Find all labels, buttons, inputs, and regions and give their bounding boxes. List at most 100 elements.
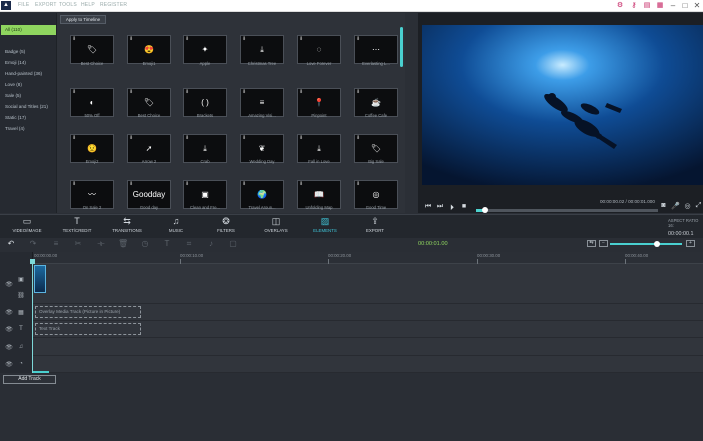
- zoom-slider-knob[interactable]: [653, 241, 660, 247]
- nav-export[interactable]: ⇪ EXPORT: [350, 216, 400, 233]
- fullscreen-icon[interactable]: ⤢: [694, 202, 703, 210]
- download-icon[interactable]: ⬇: [299, 89, 303, 95]
- redo-icon[interactable]: ↷: [28, 239, 38, 248]
- nav-transitions[interactable]: ⇆ TRANSITIONS: [102, 216, 152, 233]
- nav-text-credit[interactable]: T TEXT/CREDIT: [52, 216, 102, 233]
- undo-icon[interactable]: ↶: [6, 239, 16, 248]
- visibility-icon[interactable]: 👁: [5, 361, 13, 368]
- split-icon[interactable]: ⟛: [96, 239, 106, 249]
- zoom-out-icon[interactable]: −: [599, 240, 608, 247]
- crop-icon[interactable]: ⌗: [184, 239, 194, 249]
- download-icon[interactable]: ⬇: [72, 181, 76, 187]
- cut-icon[interactable]: ✂: [73, 239, 83, 248]
- category-love[interactable]: Love (8): [1, 80, 56, 90]
- menu-tools[interactable]: TOOLS: [59, 2, 77, 8]
- menu-file[interactable]: FILE: [18, 2, 29, 8]
- aspect-ratio[interactable]: ASPECT RATIO 16: 00:00:00.1: [668, 218, 703, 237]
- timeline-scrollbar[interactable]: [33, 371, 49, 373]
- download-icon[interactable]: ⬇: [356, 89, 360, 95]
- download-icon[interactable]: ⬇: [72, 36, 76, 42]
- download-icon[interactable]: ⬇: [129, 135, 133, 141]
- download-icon[interactable]: ⬇: [242, 181, 246, 187]
- category-travel[interactable]: Travel (4): [1, 124, 56, 134]
- play-icon[interactable]: ⏵: [448, 203, 456, 213]
- download-icon[interactable]: ⬇: [242, 89, 246, 95]
- playhead-handle[interactable]: [30, 259, 35, 264]
- speed-icon[interactable]: ◷: [140, 239, 150, 248]
- download-icon[interactable]: ⬇: [356, 36, 360, 42]
- apply-to-timeline-button[interactable]: Apply to Timeline: [60, 15, 106, 24]
- element-tile[interactable]: ⋯ ⬇: [354, 35, 398, 64]
- zoom-in-icon[interactable]: +: [686, 240, 695, 247]
- download-icon[interactable]: ⬇: [185, 36, 189, 42]
- download-icon[interactable]: ⬇: [299, 135, 303, 141]
- video-track[interactable]: [33, 264, 703, 304]
- element-tile[interactable]: ⤓ ⬇: [240, 35, 284, 64]
- download-icon[interactable]: ⬇: [72, 89, 76, 95]
- download-icon[interactable]: ⬇: [129, 89, 133, 95]
- delete-icon[interactable]: 🗑: [118, 239, 128, 248]
- download-icon[interactable]: ⬇: [185, 135, 189, 141]
- download-icon[interactable]: ⬇: [242, 135, 246, 141]
- music-track[interactable]: [33, 338, 703, 356]
- minimize-button[interactable]: –: [668, 1, 678, 11]
- menu-register[interactable]: REGISTER: [100, 2, 127, 8]
- element-tile[interactable]: ✦ ⬇: [183, 35, 227, 64]
- nav-elements[interactable]: ▨ ELEMENTS: [300, 216, 350, 233]
- nav-filters[interactable]: ❂ FILTERS: [201, 216, 251, 233]
- category-emoji[interactable]: Emoji (14): [1, 58, 56, 68]
- download-icon[interactable]: ⬇: [185, 181, 189, 187]
- download-icon[interactable]: ⬇: [299, 36, 303, 42]
- download-icon[interactable]: ⬇: [356, 181, 360, 187]
- category-all[interactable]: All (110): [1, 25, 56, 35]
- download-icon[interactable]: ⬇: [242, 36, 246, 42]
- time-ruler[interactable]: [33, 252, 703, 264]
- settings-icon[interactable]: ≡: [51, 239, 61, 248]
- element-tile[interactable]: 🏷 ⬇: [70, 35, 114, 64]
- playhead[interactable]: [32, 260, 33, 373]
- category-social-titles[interactable]: Social and Titles (21): [1, 102, 56, 112]
- close-button[interactable]: ✕: [692, 1, 702, 11]
- text-tool-icon[interactable]: T: [162, 239, 172, 248]
- zoom-slider[interactable]: [610, 243, 682, 245]
- download-icon[interactable]: ⬇: [129, 36, 133, 42]
- video-clip[interactable]: [34, 265, 46, 293]
- cart-icon[interactable]: ⚙: [616, 2, 624, 10]
- category-static[interactable]: Static (17): [1, 113, 56, 123]
- element-tile[interactable]: 😍 ⬇: [127, 35, 171, 64]
- visibility-icon[interactable]: 👁: [5, 326, 13, 333]
- add-track-button[interactable]: Add Track: [3, 375, 56, 384]
- key-icon[interactable]: ⚷: [630, 2, 638, 10]
- document-icon[interactable]: ▤: [643, 2, 651, 10]
- download-icon[interactable]: ⬇: [72, 135, 76, 141]
- category-sale[interactable]: Sale (5): [1, 91, 56, 101]
- microphone-icon[interactable]: 🎤: [671, 202, 680, 210]
- audio-icon[interactable]: ♪: [206, 239, 216, 248]
- visibility-icon[interactable]: 👁: [5, 309, 13, 316]
- record-icon[interactable]: ▢: [228, 239, 238, 248]
- voice-track[interactable]: [33, 356, 703, 373]
- prev-frame-icon[interactable]: ⏮: [424, 203, 432, 211]
- category-hand-painted[interactable]: Hand-painted (36): [1, 69, 56, 79]
- element-tile[interactable]: ◌ ⬇: [297, 35, 341, 64]
- visibility-icon[interactable]: 👁: [5, 344, 13, 351]
- maximize-button[interactable]: □: [680, 1, 690, 11]
- nav-overlays[interactable]: ◫ OVERLAYS: [251, 216, 301, 233]
- grid-icon[interactable]: ▦: [656, 2, 664, 10]
- playback-progress-track[interactable]: [476, 209, 658, 212]
- unlink-icon[interactable]: ⛓: [17, 292, 25, 299]
- nav-video-image[interactable]: ▭ VIDEO/IMAGE: [2, 216, 52, 233]
- grid-scrollbar[interactable]: [400, 27, 403, 67]
- fit-timeline-icon[interactable]: ⇆: [587, 240, 596, 247]
- snapshot-icon[interactable]: ◎: [683, 202, 692, 210]
- category-badge[interactable]: Badge (5): [1, 47, 56, 57]
- download-icon[interactable]: ⬇: [185, 89, 189, 95]
- download-icon[interactable]: ⬇: [356, 135, 360, 141]
- nav-music[interactable]: ♫ MUSIC: [151, 216, 201, 233]
- download-icon[interactable]: ⬇: [299, 181, 303, 187]
- visibility-icon[interactable]: 👁: [5, 281, 13, 288]
- download-icon[interactable]: ⬇: [129, 181, 133, 187]
- stop-icon[interactable]: ■: [460, 203, 468, 210]
- menu-help[interactable]: HELP: [81, 2, 95, 8]
- next-frame-icon[interactable]: ⏭: [436, 203, 444, 211]
